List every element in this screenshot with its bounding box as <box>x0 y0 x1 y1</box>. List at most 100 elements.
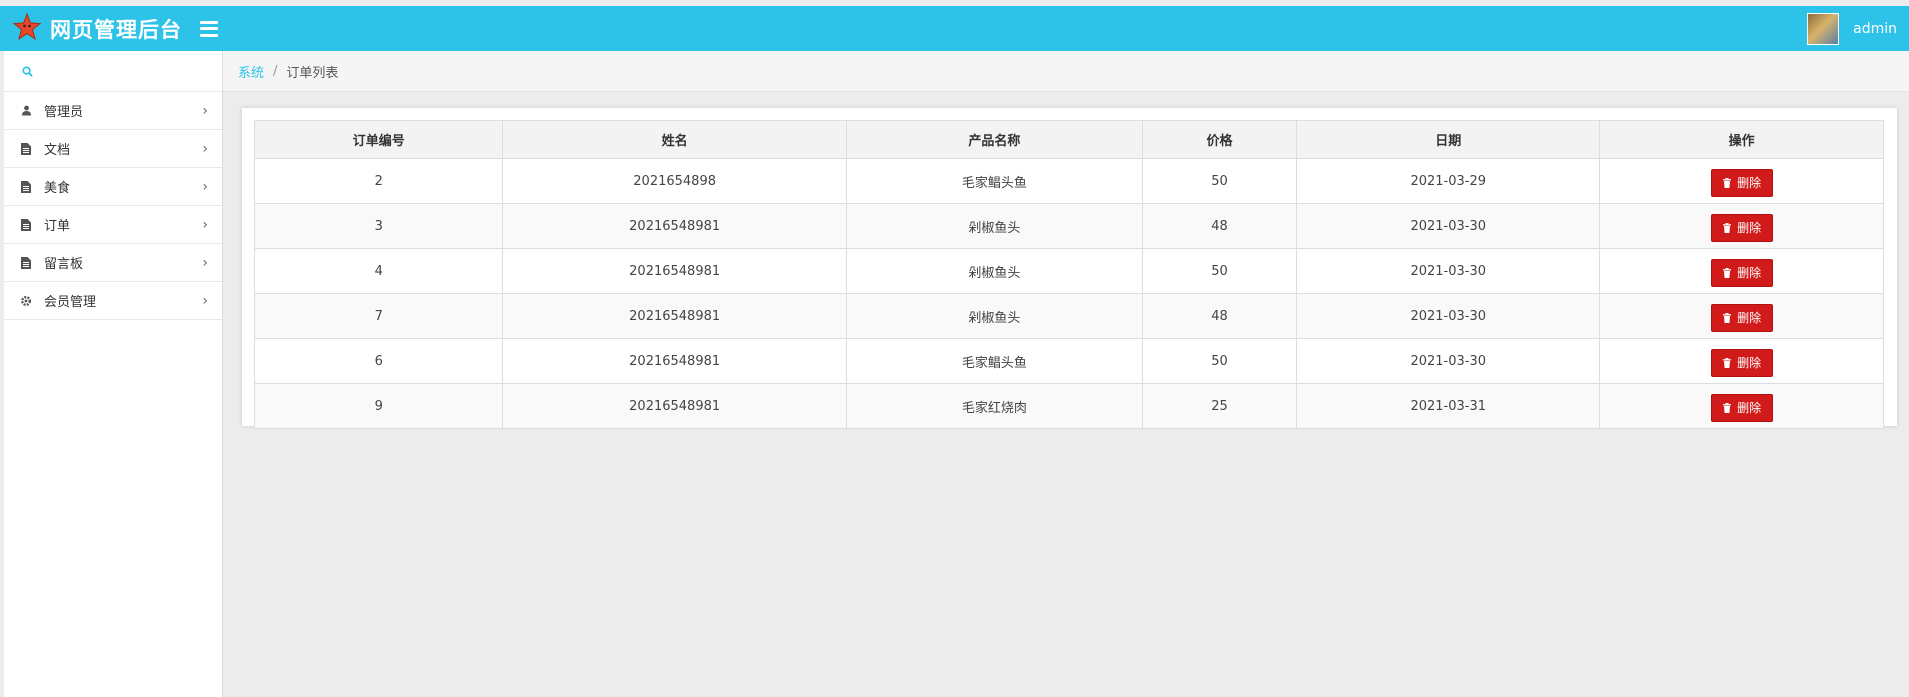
trash-icon <box>1723 357 1732 368</box>
top-navbar: 网页管理后台 admin <box>0 6 1909 51</box>
cell-date: 2021-03-31 <box>1296 383 1601 429</box>
delete-button[interactable]: 删除 <box>1710 213 1773 242</box>
delete-button[interactable]: 删除 <box>1710 168 1773 197</box>
trash-icon <box>1723 267 1732 278</box>
breadcrumb-system-link[interactable]: 系统 <box>238 62 264 81</box>
trash-icon <box>1723 222 1732 233</box>
cell-price: 50 <box>1141 158 1298 204</box>
breadcrumb-current: 订单列表 <box>286 65 339 81</box>
cell-order-id: 4 <box>253 248 504 294</box>
chevron-right-icon: › <box>202 141 208 157</box>
table-row: 3 20216548981 剁椒鱼头 48 2021-03-30 删除 <box>253 203 1884 249</box>
cell-order-id: 6 <box>253 338 504 384</box>
delete-label: 删除 <box>1737 176 1762 190</box>
cell-order-id: 7 <box>253 293 504 339</box>
document-icon <box>20 142 32 155</box>
cell-actions: 删除 <box>1599 338 1884 384</box>
delete-button[interactable]: 删除 <box>1710 303 1773 332</box>
delete-button[interactable]: 删除 <box>1710 348 1773 377</box>
cell-product: 毛家鲳头鱼 <box>845 338 1143 384</box>
sidebar-item-docs[interactable]: 文档 › <box>4 130 222 168</box>
sidebar-item-messages[interactable]: 留言板 › <box>4 244 222 282</box>
table-row: 4 20216548981 剁椒鱼头 50 2021-03-30 删除 <box>253 248 1884 294</box>
document-icon <box>20 256 32 269</box>
chevron-right-icon: › <box>202 179 208 195</box>
sidebar-item-food[interactable]: 美食 › <box>4 168 222 206</box>
breadcrumb-separator: / <box>273 63 278 79</box>
username[interactable]: admin <box>1853 21 1897 37</box>
cell-product: 剁椒鱼头 <box>845 248 1143 294</box>
table-header-row: 订单编号 姓名 产品名称 价格 日期 操作 <box>253 120 1884 159</box>
column-header-name: 姓名 <box>502 120 847 159</box>
cell-product: 剁椒鱼头 <box>845 293 1143 339</box>
cell-product: 毛家鲳头鱼 <box>845 158 1143 204</box>
cell-order-id: 3 <box>253 203 504 249</box>
chevron-right-icon: › <box>202 103 208 119</box>
cell-name: 20216548981 <box>502 293 847 339</box>
cell-order-id: 9 <box>253 383 504 429</box>
avatar[interactable] <box>1807 12 1840 45</box>
delete-label: 删除 <box>1737 266 1762 280</box>
column-header-product: 产品名称 <box>845 120 1143 159</box>
sidebar-item-label: 文档 <box>44 143 71 158</box>
sidebar-item-label: 管理员 <box>44 105 84 120</box>
delete-label: 删除 <box>1737 356 1762 370</box>
cell-product: 剁椒鱼头 <box>845 203 1143 249</box>
chevron-right-icon: › <box>202 217 208 233</box>
delete-label: 删除 <box>1737 221 1762 235</box>
document-icon <box>20 218 32 231</box>
cell-name: 20216548981 <box>502 338 847 384</box>
sidebar-item-label: 美食 <box>44 181 71 196</box>
document-icon <box>20 180 32 193</box>
order-table: 订单编号 姓名 产品名称 价格 日期 操作 2 2021654898 毛家鲳头鱼… <box>253 120 1884 429</box>
delete-label: 删除 <box>1737 401 1762 415</box>
sidebar-item-label: 会员管理 <box>44 295 97 310</box>
column-header-date: 日期 <box>1296 120 1601 159</box>
breadcrumb: 系统 / 订单列表 <box>223 51 1909 92</box>
sidebar: 管理员 › 文档 › 美食 › 订单 › 留言板 › 会员管理 › <box>4 51 223 697</box>
column-header-price: 价格 <box>1141 120 1298 159</box>
cell-name: 2021654898 <box>502 158 847 204</box>
cell-date: 2021-03-29 <box>1296 158 1601 204</box>
chevron-right-icon: › <box>202 255 208 271</box>
cell-price: 50 <box>1141 248 1298 294</box>
cell-name: 20216548981 <box>502 203 847 249</box>
cell-price: 48 <box>1141 293 1298 339</box>
cell-date: 2021-03-30 <box>1296 203 1601 249</box>
trash-icon <box>1723 402 1732 413</box>
star-logo-icon <box>12 12 42 46</box>
column-header-order-id: 订单编号 <box>253 120 504 159</box>
sidebar-item-members[interactable]: 会员管理 › <box>4 282 222 320</box>
cell-actions: 删除 <box>1599 293 1884 339</box>
table-row: 9 20216548981 毛家红烧肉 25 2021-03-31 删除 <box>253 383 1884 429</box>
menu-toggle-icon[interactable] <box>200 20 218 37</box>
search-icon[interactable] <box>22 62 33 81</box>
cell-name: 20216548981 <box>502 248 847 294</box>
cell-actions: 删除 <box>1599 248 1884 294</box>
sidebar-item-label: 留言板 <box>44 257 84 272</box>
cell-name: 20216548981 <box>502 383 847 429</box>
cell-actions: 删除 <box>1599 203 1884 249</box>
sidebar-item-admin[interactable]: 管理员 › <box>4 92 222 130</box>
delete-button[interactable]: 删除 <box>1710 258 1773 287</box>
brand[interactable]: 网页管理后台 <box>12 12 182 46</box>
trash-icon <box>1723 177 1732 188</box>
cell-date: 2021-03-30 <box>1296 293 1601 339</box>
app-title: 网页管理后台 <box>50 17 182 42</box>
sidebar-item-label: 订单 <box>44 219 71 234</box>
order-list-panel: 订单编号 姓名 产品名称 价格 日期 操作 2 2021654898 毛家鲳头鱼… <box>242 108 1897 429</box>
delete-button[interactable]: 删除 <box>1710 393 1773 422</box>
cell-actions: 删除 <box>1599 158 1884 204</box>
cell-date: 2021-03-30 <box>1296 338 1601 384</box>
table-row: 7 20216548981 剁椒鱼头 48 2021-03-30 删除 <box>253 293 1884 339</box>
cell-price: 50 <box>1141 338 1298 384</box>
cell-product: 毛家红烧肉 <box>845 383 1143 429</box>
gear-icon <box>20 295 32 307</box>
delete-label: 删除 <box>1737 311 1762 325</box>
column-header-actions: 操作 <box>1599 120 1884 159</box>
user-menu[interactable]: admin <box>1807 6 1897 51</box>
chevron-right-icon: › <box>202 293 208 309</box>
cell-price: 48 <box>1141 203 1298 249</box>
sidebar-search[interactable] <box>4 51 222 92</box>
sidebar-item-orders[interactable]: 订单 › <box>4 206 222 244</box>
